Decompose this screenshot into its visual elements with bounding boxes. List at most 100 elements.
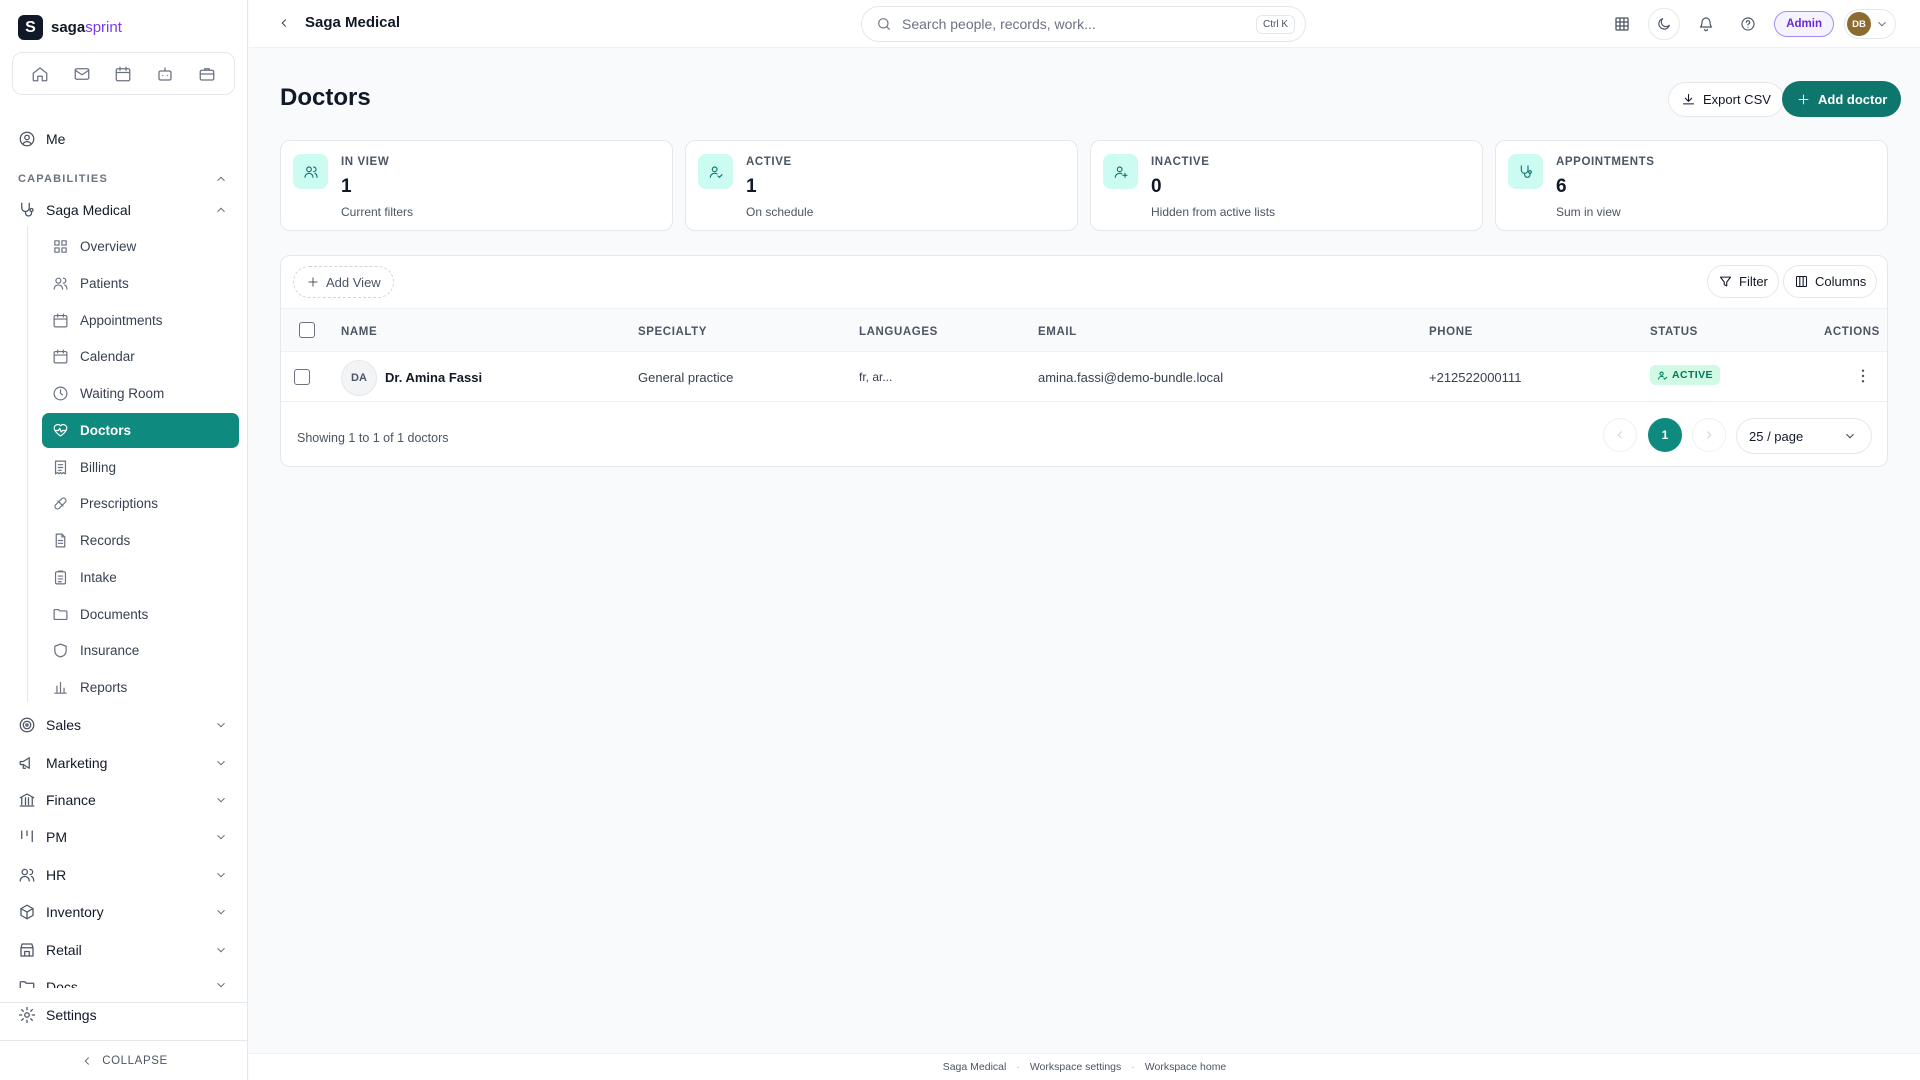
global-search[interactable]: Ctrl K xyxy=(861,6,1306,42)
group-label: Marketing xyxy=(46,755,108,771)
doctor-specialty: General practice xyxy=(638,370,734,385)
column-header-languages[interactable]: LANGUAGES xyxy=(859,326,938,338)
calendar-icon[interactable] xyxy=(108,59,138,89)
add-view-button[interactable]: Add View xyxy=(293,266,394,298)
add-doctor-button[interactable]: Add doctor xyxy=(1782,81,1902,117)
search-icon xyxy=(878,18,890,30)
column-header-phone[interactable]: PHONE xyxy=(1429,326,1473,338)
group-marketing[interactable]: Marketing xyxy=(18,754,228,772)
notifications-button[interactable] xyxy=(1690,8,1722,40)
sidebar-item-insurance[interactable]: Insurance xyxy=(42,633,239,668)
doctor-name[interactable]: Dr. Amina Fassi xyxy=(385,370,482,385)
group-hr[interactable]: HR xyxy=(18,866,228,884)
export-csv-button[interactable]: Export CSV xyxy=(1668,82,1784,117)
per-page-select[interactable]: 25 / page xyxy=(1736,418,1872,454)
search-shortcut: Ctrl K xyxy=(1256,14,1295,34)
footer-link-workspace-settings[interactable]: Workspace settings xyxy=(1030,1061,1121,1073)
kanban-icon xyxy=(21,830,33,843)
sidebar-item-label: Calendar xyxy=(80,349,135,364)
breadcrumb: Saga Medical xyxy=(277,14,400,31)
sidebar-item-appointments[interactable]: Appointments xyxy=(42,303,239,338)
group-finance[interactable]: Finance xyxy=(18,791,228,809)
users-icon xyxy=(293,154,328,189)
footer-separator: · xyxy=(1131,1061,1135,1073)
stat-label: APPOINTMENTS xyxy=(1556,156,1655,168)
group-label: Docs xyxy=(46,979,78,988)
collapse-button[interactable]: COLLAPSE xyxy=(0,1040,248,1080)
prev-page-button[interactable] xyxy=(1603,418,1637,452)
stat-value: 6 xyxy=(1556,176,1567,197)
table-row[interactable]: DA Dr. Amina Fassi General practice fr, … xyxy=(281,352,1887,402)
row-actions-menu[interactable] xyxy=(1854,367,1872,385)
chevron-up-icon xyxy=(217,176,225,182)
user-menu[interactable]: DB xyxy=(1844,9,1896,39)
column-header-specialty[interactable]: SPECIALTY xyxy=(638,326,707,338)
filter-button[interactable]: Filter xyxy=(1707,265,1779,298)
next-page-button[interactable] xyxy=(1692,418,1726,452)
footer-link-saga-medical[interactable]: Saga Medical xyxy=(943,1061,1007,1073)
sidebar-item-documents[interactable]: Documents xyxy=(42,597,239,632)
group-retail[interactable]: Retail xyxy=(18,941,228,959)
brand[interactable]: S sagasprint xyxy=(18,15,122,40)
sidebar-item-reports[interactable]: Reports xyxy=(42,670,239,705)
sidebar-item-waiting-room[interactable]: Waiting Room xyxy=(42,376,239,411)
search-input[interactable] xyxy=(902,16,1246,32)
sidebar-item-doctors[interactable]: Doctors xyxy=(42,413,239,448)
footer-link-workspace-home[interactable]: Workspace home xyxy=(1145,1061,1227,1073)
sidebar-item-records[interactable]: Records xyxy=(42,523,239,558)
chevron-down-icon xyxy=(217,834,225,840)
sidebar-item-prescriptions[interactable]: Prescriptions xyxy=(42,486,239,521)
brand-name-part1: saga xyxy=(51,19,86,36)
stat-card-active: ACTIVE 1 On schedule xyxy=(685,140,1078,231)
capabilities-header[interactable]: CAPABILITIES xyxy=(18,172,228,186)
column-header-status[interactable]: STATUS xyxy=(1650,326,1698,338)
sidebar-item-calendar[interactable]: Calendar xyxy=(42,339,239,374)
stat-card-inactive: INACTIVE 0 Hidden from active lists xyxy=(1090,140,1483,231)
nav-me[interactable]: Me xyxy=(18,130,65,148)
column-header-name[interactable]: NAME xyxy=(341,326,377,338)
nav-settings[interactable]: Settings xyxy=(18,1006,97,1024)
sidebar-item-label: Reports xyxy=(80,680,128,695)
capabilities-label: CAPABILITIES xyxy=(18,173,108,185)
columns-button[interactable]: Columns xyxy=(1783,265,1878,298)
home-icon[interactable] xyxy=(25,59,55,89)
stat-value: 1 xyxy=(341,176,352,197)
apps-grid-button[interactable] xyxy=(1606,8,1638,40)
group-label: PM xyxy=(46,829,67,845)
group-saga-medical[interactable]: Saga Medical xyxy=(18,201,228,219)
clipboard-icon xyxy=(54,570,67,585)
theme-toggle-button[interactable] xyxy=(1648,8,1681,40)
breadcrumb-title[interactable]: Saga Medical xyxy=(305,14,400,31)
bar-chart-icon xyxy=(54,681,67,694)
brand-logo: S xyxy=(18,15,43,40)
back-chevron-icon[interactable] xyxy=(277,16,291,30)
help-button[interactable] xyxy=(1732,8,1764,40)
moon-icon xyxy=(1658,18,1671,30)
sidebar-item-label: Patients xyxy=(80,276,129,291)
select-all-checkbox[interactable] xyxy=(299,322,315,338)
status-badge: ACTIVE xyxy=(1650,365,1720,385)
group-inventory[interactable]: Inventory xyxy=(18,903,228,921)
sidebar-item-patients[interactable]: Patients xyxy=(42,266,239,301)
sidebar-item-intake[interactable]: Intake xyxy=(42,560,239,595)
store-icon xyxy=(20,943,34,957)
add-doctor-label: Add doctor xyxy=(1818,91,1888,107)
group-pm[interactable]: PM xyxy=(18,828,228,846)
row-checkbox[interactable] xyxy=(294,369,310,385)
columns-label: Columns xyxy=(1815,274,1867,289)
stat-label: INACTIVE xyxy=(1151,156,1210,168)
sidebar-item-label: Doctors xyxy=(80,423,132,438)
sidebar-item-billing[interactable]: Billing xyxy=(42,450,239,485)
group-sales[interactable]: Sales xyxy=(18,716,228,734)
sidebar-item-label: Intake xyxy=(80,570,117,585)
user-check-icon xyxy=(1658,371,1668,380)
column-header-email[interactable]: EMAIL xyxy=(1038,326,1077,338)
briefcase-icon[interactable] xyxy=(192,59,222,89)
page-number-button[interactable]: 1 xyxy=(1648,418,1682,452)
role-badge[interactable]: Admin xyxy=(1774,11,1834,37)
sidebar-item-label: Prescriptions xyxy=(80,496,159,511)
bot-icon[interactable] xyxy=(150,59,180,89)
group-docs[interactable]: Docs xyxy=(18,978,228,988)
mail-icon[interactable] xyxy=(67,59,97,89)
sidebar-item-overview[interactable]: Overview xyxy=(42,229,239,264)
